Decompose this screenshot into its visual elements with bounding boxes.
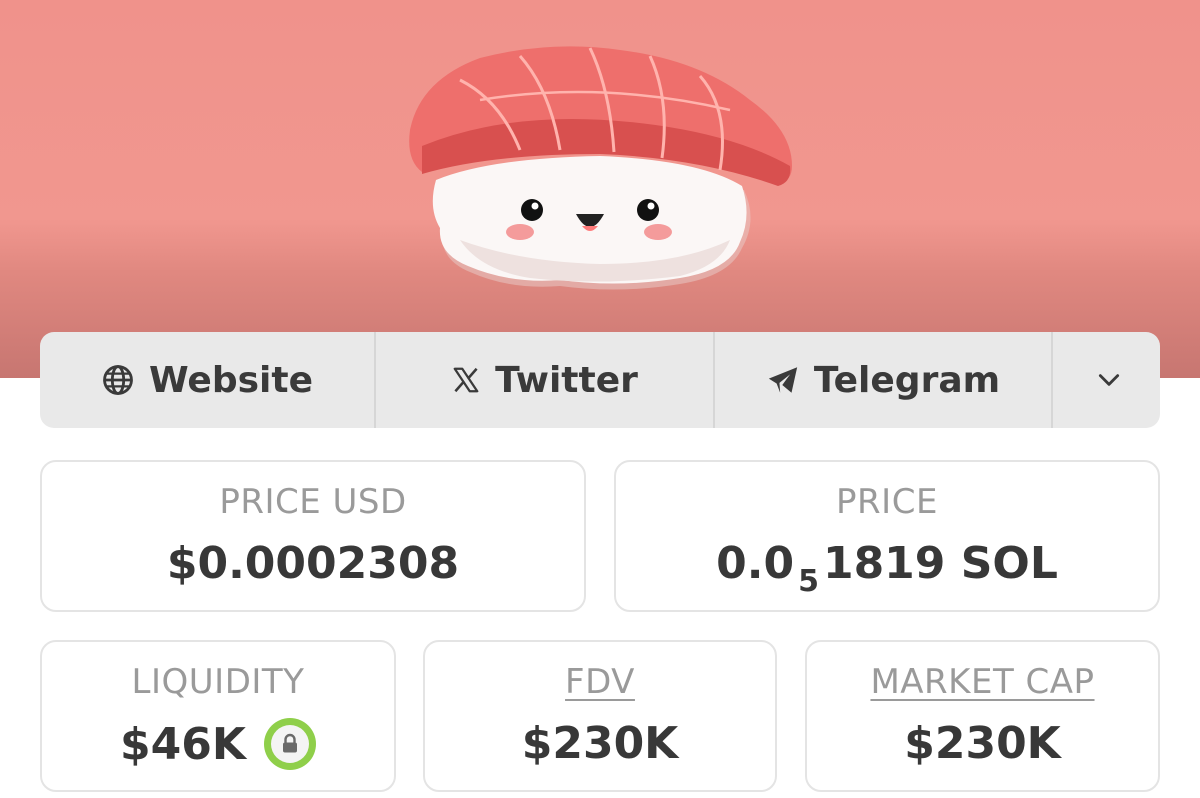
fdv-amount: $230K	[521, 718, 679, 769]
twitter-button-label: Twitter	[495, 359, 638, 401]
price-sol-suffix: 1819 SOL	[822, 538, 1058, 589]
price-sol-value: 0.0 5 1819 SOL	[616, 538, 1158, 599]
social-links-bar: Website Twitter Telegram	[40, 332, 1160, 428]
price-usd-amount: $0.0002308	[166, 538, 460, 589]
fdv-label[interactable]: FDV	[425, 662, 775, 702]
price-sol-label: PRICE	[836, 482, 938, 522]
liquidity-card: LIQUIDITY $46K	[40, 640, 396, 792]
price-usd-card: PRICE USD $0.0002308	[40, 460, 586, 612]
market-cap-value: $230K	[807, 718, 1158, 769]
chevron-down-icon	[1096, 367, 1122, 393]
lock-icon	[282, 733, 297, 753]
token-banner	[0, 0, 1200, 378]
twitter-button[interactable]: Twitter	[374, 332, 713, 428]
telegram-icon	[766, 363, 800, 397]
price-sol-prefix: 0.0	[716, 538, 795, 589]
market-cap-label[interactable]: MARKET CAP	[807, 662, 1158, 702]
price-sol-card: PRICE 0.0 5 1819 SOL	[614, 460, 1160, 612]
market-cap-amount: $230K	[904, 718, 1061, 769]
globe-icon	[101, 363, 135, 397]
x-logo-icon	[451, 365, 481, 395]
fdv-value: $230K	[425, 718, 775, 769]
telegram-button[interactable]: Telegram	[713, 332, 1051, 428]
fdv-card: FDV $230K	[423, 640, 777, 792]
liquidity-amount: $46K	[120, 718, 246, 770]
more-links-button[interactable]	[1051, 332, 1160, 428]
telegram-button-label: Telegram	[813, 359, 1001, 401]
website-button-label: Website	[148, 359, 313, 401]
market-cap-card: MARKET CAP $230K	[805, 640, 1160, 792]
liquidity-label: LIQUIDITY	[131, 662, 305, 702]
liquidity-locked-badge[interactable]	[263, 718, 316, 770]
sushi-mascot-image	[409, 46, 792, 290]
liquidity-value: $46K	[42, 718, 394, 770]
price-sol-zero-count: 5	[798, 564, 819, 599]
price-usd-label: PRICE USD	[219, 482, 407, 522]
website-button[interactable]: Website	[40, 332, 374, 428]
price-usd-value: $0.0002308	[42, 538, 584, 589]
